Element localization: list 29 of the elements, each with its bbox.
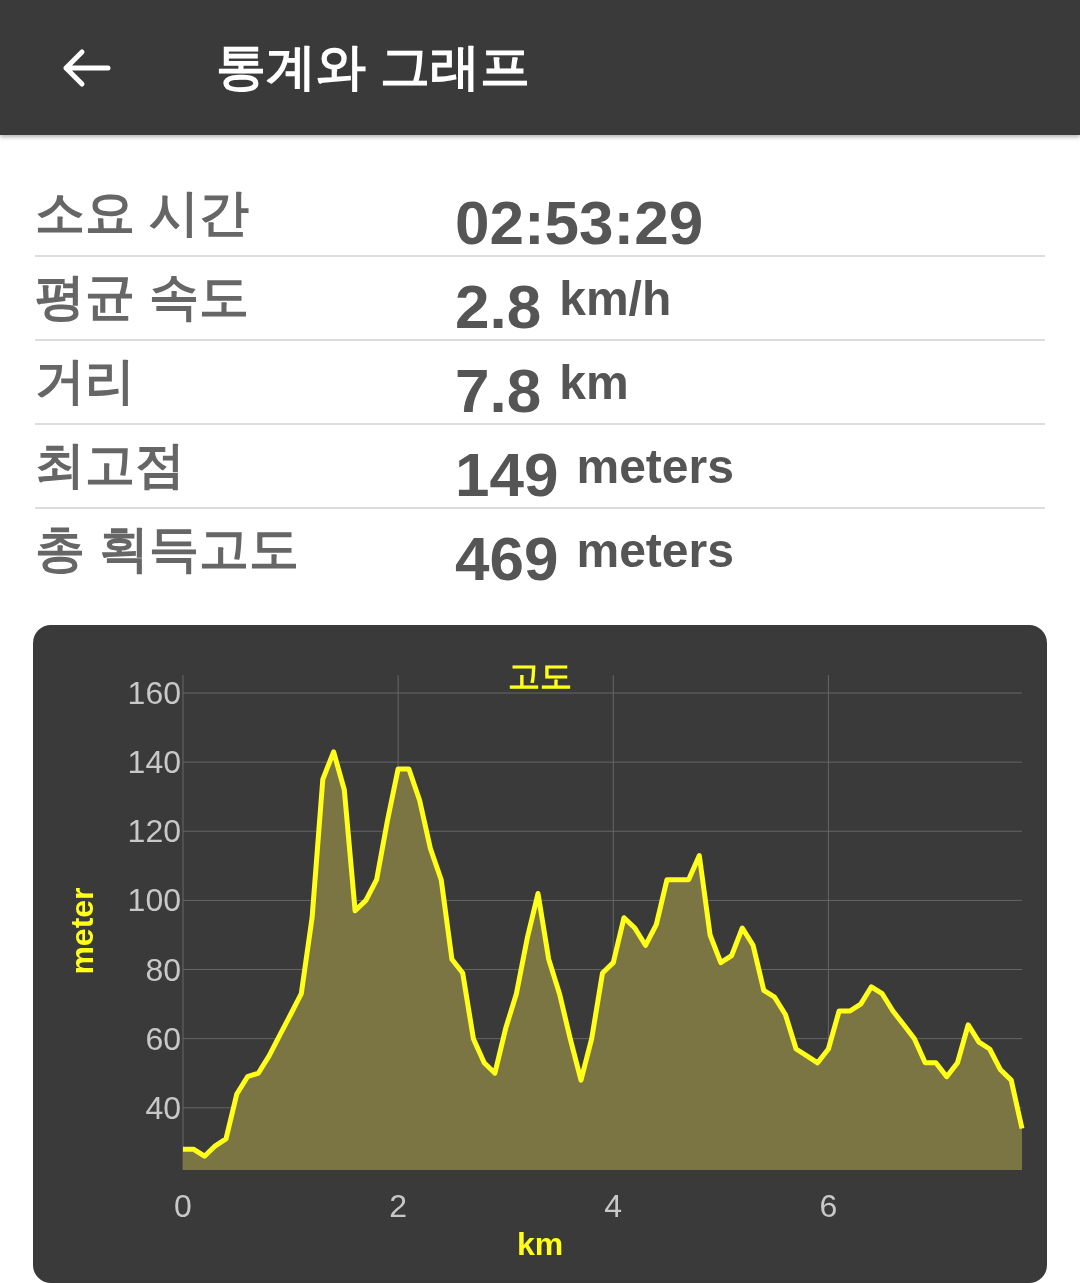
stat-value: 149 [455,439,559,511]
stat-label: 거리 [35,352,136,411]
stat-label: 소요 시간 [35,184,250,243]
y-tick-label: 40 [145,1089,181,1126]
x-tick-label: 2 [389,1188,408,1224]
stat-unit: meters [576,439,734,495]
screen-title: 통계와 그래프 [216,38,530,97]
y-tick-label: 100 [127,882,181,919]
stat-label: 총 획득고도 [35,520,300,579]
stat-value: 2.8 [455,271,542,343]
stat-unit: km [559,355,629,411]
stat-value: 7.8 [455,355,542,427]
stat-unit: km/h [559,271,672,327]
chart-title: 고도 [508,658,572,694]
x-tick-label: 4 [604,1188,623,1224]
y-tick-label: 120 [127,813,181,850]
y-tick-label: 60 [145,1020,181,1057]
stat-unit: meters [576,523,734,579]
stat-label: 최고점 [35,436,186,495]
stat-value: 469 [455,523,559,595]
y-tick-label: 160 [127,675,181,711]
stat-label: 평균 속도 [35,268,250,327]
stat-value: 02:53:29 [455,187,704,259]
y-tick-label: 80 [145,951,181,988]
x-axis-title: km [516,1226,564,1262]
y-tick-label: 140 [127,744,181,781]
x-tick-label: 6 [819,1188,838,1224]
y-axis-title: meter [64,887,100,975]
x-tick-label: 0 [174,1188,192,1224]
